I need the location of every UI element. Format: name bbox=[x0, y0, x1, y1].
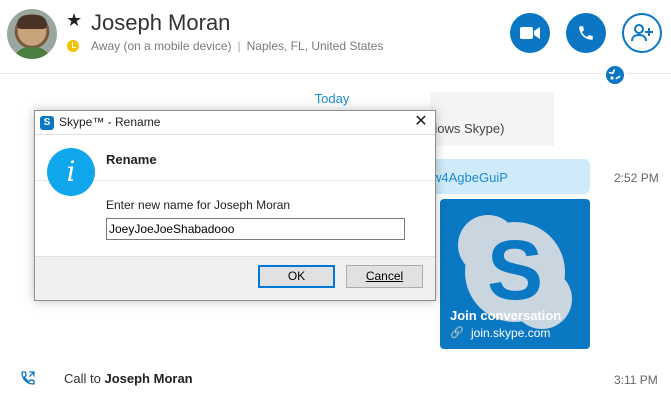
card-url[interactable]: join.skype.com bbox=[471, 326, 550, 340]
day-separator: Today bbox=[314, 91, 350, 106]
dialog-header-band bbox=[35, 135, 435, 181]
contact-name[interactable]: Joseph Moran bbox=[91, 10, 230, 36]
dialog-titlebar[interactable]: S Skype™ - Rename ✕ bbox=[35, 111, 435, 135]
video-call-icon bbox=[520, 27, 540, 39]
svg-text:S: S bbox=[487, 223, 543, 317]
info-icon: i bbox=[47, 148, 95, 196]
conversation-header: ★ Joseph Moran Away (on a mobile device)… bbox=[0, 0, 671, 74]
cancel-button[interactable]: Cancel bbox=[346, 265, 423, 288]
join-conversation-card[interactable]: S Join conversation 🔗 join.skype.com bbox=[440, 199, 590, 349]
translate-globe-icon bbox=[606, 66, 624, 84]
favorite-star-icon[interactable]: ★ bbox=[66, 10, 82, 31]
link-icon: 🔗 bbox=[450, 327, 464, 339]
contact-avatar[interactable] bbox=[7, 9, 57, 59]
rename-prompt: Enter new name for Joseph Moran bbox=[106, 198, 291, 212]
invite-link[interactable]: w4AgbeGuiP bbox=[432, 170, 508, 185]
add-person-icon bbox=[631, 24, 653, 42]
system-notice-card bbox=[430, 92, 554, 146]
card-title: Join conversation bbox=[450, 308, 562, 323]
call-contact-name: Joseph Moran bbox=[104, 371, 193, 386]
away-status-icon bbox=[67, 40, 79, 52]
call-prefix: Call to bbox=[64, 371, 101, 386]
close-icon[interactable]: ✕ bbox=[409, 112, 433, 134]
outgoing-call-icon bbox=[21, 371, 35, 385]
avatar-shirt bbox=[13, 47, 51, 59]
video-call-button[interactable] bbox=[510, 13, 550, 53]
message-timestamp: 2:52 PM bbox=[614, 171, 659, 185]
location-text: Naples, FL, United States bbox=[246, 39, 384, 53]
translator-button[interactable] bbox=[604, 64, 626, 86]
rename-dialog: S Skype™ - Rename ✕ i Rename Enter new n… bbox=[34, 110, 436, 301]
call-timestamp: 3:11 PM bbox=[614, 373, 658, 387]
status-line: Away (on a mobile device) | Naples, FL, Un… bbox=[91, 39, 383, 53]
new-name-input[interactable] bbox=[106, 218, 405, 240]
cancel-label: Cancel bbox=[365, 269, 404, 283]
status-text: Away (on a mobile device) bbox=[91, 39, 232, 53]
call-event-text: Call to Joseph Moran bbox=[64, 371, 193, 386]
add-people-button[interactable] bbox=[622, 13, 662, 53]
avatar-hair bbox=[17, 15, 47, 29]
status-separator: | bbox=[237, 39, 241, 53]
audio-call-button[interactable] bbox=[566, 13, 606, 53]
dialog-title: Skype™ - Rename bbox=[59, 115, 161, 129]
dialog-heading: Rename bbox=[106, 152, 157, 167]
skype-app-icon: S bbox=[40, 116, 54, 130]
system-notice-text: dows Skype) bbox=[430, 121, 505, 136]
phone-icon bbox=[579, 26, 593, 40]
ok-button[interactable]: OK bbox=[258, 265, 335, 288]
